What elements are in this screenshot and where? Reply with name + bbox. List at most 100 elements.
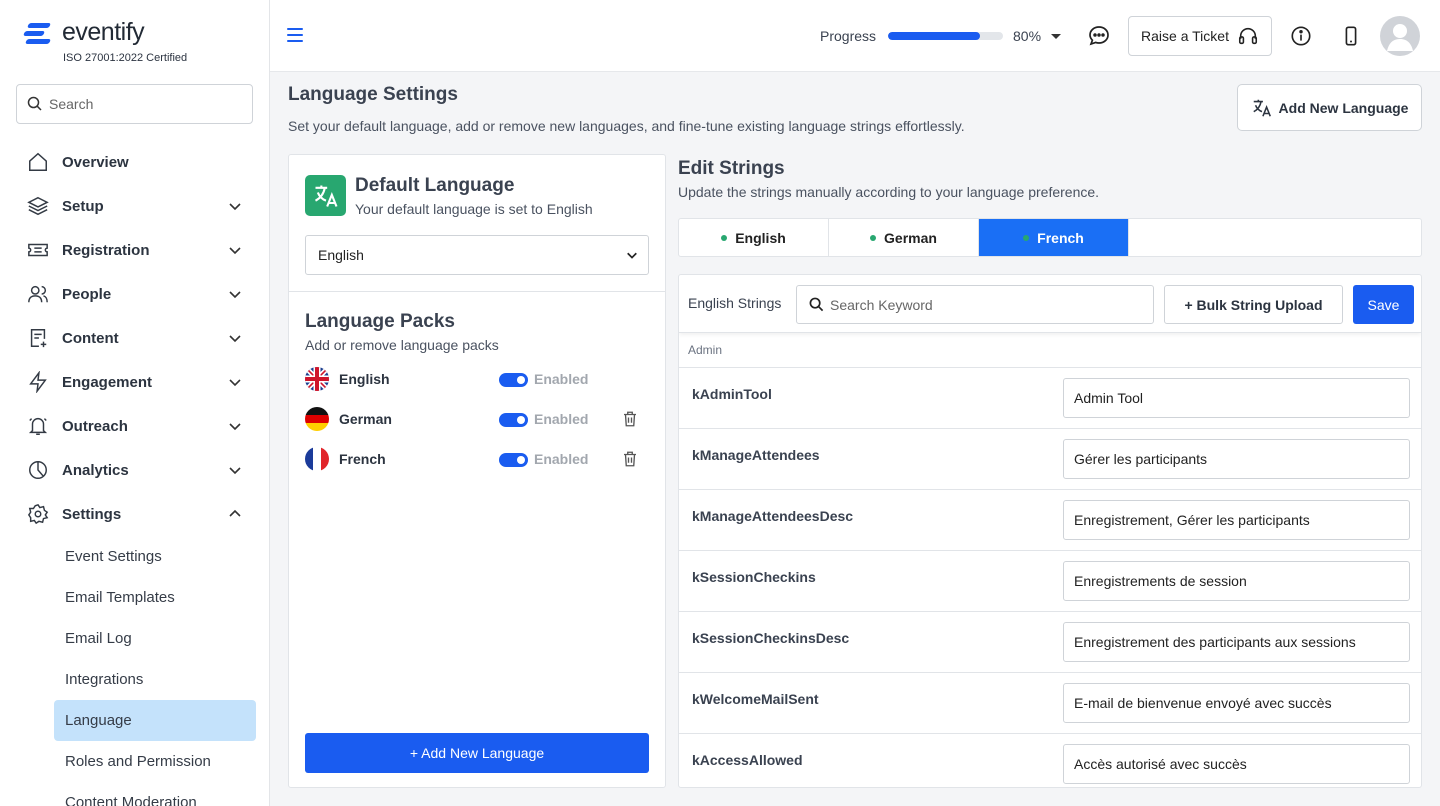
string-group-label: Admin xyxy=(688,343,723,357)
language-pack-status: Enabled xyxy=(534,371,589,387)
add-language-pack-button[interactable]: + Add New Language xyxy=(305,733,649,773)
add-new-language-button[interactable]: Add New Language xyxy=(1237,84,1422,131)
search-icon xyxy=(27,96,42,111)
delete-language-pack-icon[interactable] xyxy=(619,408,641,430)
menu-toggle-icon[interactable] xyxy=(287,28,303,42)
language-pack-toggle[interactable] xyxy=(499,413,528,427)
string-value-input[interactable] xyxy=(1063,439,1410,479)
language-packs-title: Language Packs xyxy=(305,311,455,332)
sidebar-item-label: Outreach xyxy=(62,417,128,435)
language-pack-name: German xyxy=(339,411,392,427)
chevron-down-icon xyxy=(229,379,241,387)
sidebar-item-label: Analytics xyxy=(62,461,129,479)
strings-toolbar: English Strings + Bulk String Upload Sav… xyxy=(679,275,1421,333)
bulk-string-upload-button[interactable]: + Bulk String Upload xyxy=(1164,285,1343,324)
brand-name: eventify xyxy=(62,18,145,46)
sidebar-item-label: Engagement xyxy=(62,373,153,391)
sidebar-item-outreach[interactable]: Outreach xyxy=(0,404,269,448)
language-pack-german: German Enabled xyxy=(305,407,645,433)
language-pack-status: Enabled xyxy=(534,411,589,427)
default-language-title: Default Language xyxy=(355,175,515,196)
language-pack-name: French xyxy=(339,451,386,467)
info-icon[interactable] xyxy=(1289,24,1313,48)
string-value-input[interactable] xyxy=(1063,378,1410,418)
tab-english[interactable]: English xyxy=(679,219,829,256)
chevron-down-icon xyxy=(229,247,241,255)
default-language-subtitle: Your default language is set to English xyxy=(355,201,593,217)
headset-icon xyxy=(1238,27,1257,45)
sidebar-subitem-content-moderation[interactable]: Content Moderation xyxy=(54,782,256,806)
string-key: kSessionCheckinsDesc xyxy=(692,630,850,646)
string-value-input[interactable] xyxy=(1063,683,1410,723)
sidebar-item-setup[interactable]: Setup xyxy=(0,184,269,228)
raise-ticket-button[interactable]: Raise a Ticket xyxy=(1128,16,1272,56)
sidebar-nav: Overview Setup Registration People Conte… xyxy=(0,140,269,806)
bell-icon xyxy=(26,414,50,438)
string-value-input[interactable] xyxy=(1063,622,1410,662)
translate-icon xyxy=(305,175,346,216)
divider xyxy=(289,291,665,292)
user-silhouette-icon xyxy=(1387,24,1413,51)
sidebar-item-engagement[interactable]: Engagement xyxy=(0,360,269,404)
mobile-phone-icon[interactable] xyxy=(1339,24,1363,48)
france-flag-icon xyxy=(305,447,329,471)
string-row: kSessionCheckins xyxy=(679,551,1421,612)
progress-dropdown-caret-icon[interactable] xyxy=(1051,34,1061,39)
home-icon xyxy=(26,150,50,174)
user-avatar[interactable] xyxy=(1380,16,1420,56)
string-key: kManageAttendeesDesc xyxy=(692,508,854,524)
default-language-select[interactable]: English xyxy=(305,235,649,275)
progress-percent: 80% xyxy=(1013,28,1042,44)
progress-label: Progress xyxy=(820,28,877,44)
sidebar-item-label: Settings xyxy=(62,505,122,523)
save-button[interactable]: Save xyxy=(1353,285,1414,324)
delete-language-pack-icon[interactable] xyxy=(619,448,641,470)
eventify-logo-icon xyxy=(22,19,54,47)
sidebar-subitem-roles-and-permission[interactable]: Roles and Permission xyxy=(54,741,256,782)
sidebar-subitem-language[interactable]: Language xyxy=(54,700,256,741)
tab-label: English xyxy=(735,229,786,246)
chevron-down-icon xyxy=(627,252,637,259)
brand-logo[interactable]: eventify xyxy=(22,18,145,47)
sidebar-subitem-email-log[interactable]: Email Log xyxy=(54,618,256,659)
sidebar-item-people[interactable]: People xyxy=(0,272,269,316)
sidebar-subitem-email-templates[interactable]: Email Templates xyxy=(54,577,256,618)
string-key: kAdminTool xyxy=(692,386,772,402)
chevron-down-icon xyxy=(229,203,241,211)
tab-label: German xyxy=(884,229,937,246)
language-pack-status: Enabled xyxy=(534,451,589,467)
language-pack-toggle[interactable] xyxy=(499,373,528,387)
string-value-input[interactable] xyxy=(1063,500,1410,540)
sidebar-item-analytics[interactable]: Analytics xyxy=(0,448,269,492)
language-pack-toggle[interactable] xyxy=(499,453,528,467)
tab-german[interactable]: German xyxy=(829,219,979,256)
sidebar-item-label: Overview xyxy=(62,153,129,171)
gear-icon xyxy=(26,502,50,526)
sidebar-subitem-event-settings[interactable]: Event Settings xyxy=(54,536,256,577)
file-plus-icon xyxy=(26,326,50,350)
chevron-down-icon xyxy=(229,423,241,431)
sidebar-item-content[interactable]: Content xyxy=(0,316,269,360)
add-new-language-label: Add New Language xyxy=(1278,99,1409,116)
keyword-search-input[interactable] xyxy=(830,296,1140,313)
string-value-input[interactable] xyxy=(1063,744,1410,784)
page-subtitle: Set your default language, add or remove… xyxy=(288,118,965,134)
pie-chart-icon xyxy=(26,458,50,482)
string-row: kAccessAllowed xyxy=(679,734,1421,787)
string-value-input[interactable] xyxy=(1063,561,1410,601)
tab-french[interactable]: French xyxy=(979,219,1129,256)
certification-text: ISO 27001:2022 Certified xyxy=(63,52,188,64)
sidebar-item-registration[interactable]: Registration xyxy=(0,228,269,272)
sidebar: eventify ISO 27001:2022 Certified Overvi… xyxy=(0,0,270,806)
sidebar-subitem-integrations[interactable]: Integrations xyxy=(54,659,256,700)
sidebar-item-settings[interactable]: Settings xyxy=(0,492,269,536)
ticket-icon xyxy=(26,238,50,262)
string-row: kManageAttendees xyxy=(679,429,1421,490)
sidebar-item-overview[interactable]: Overview xyxy=(0,140,269,184)
sidebar-search-input[interactable] xyxy=(49,96,239,112)
topbar: Progress 80% Raise a Ticket xyxy=(270,0,1440,72)
search-icon xyxy=(809,297,824,312)
edit-strings-title: Edit Strings xyxy=(678,158,785,179)
language-config-card: Default Language Your default language i… xyxy=(288,154,666,788)
chat-bubble-icon[interactable] xyxy=(1087,24,1111,48)
